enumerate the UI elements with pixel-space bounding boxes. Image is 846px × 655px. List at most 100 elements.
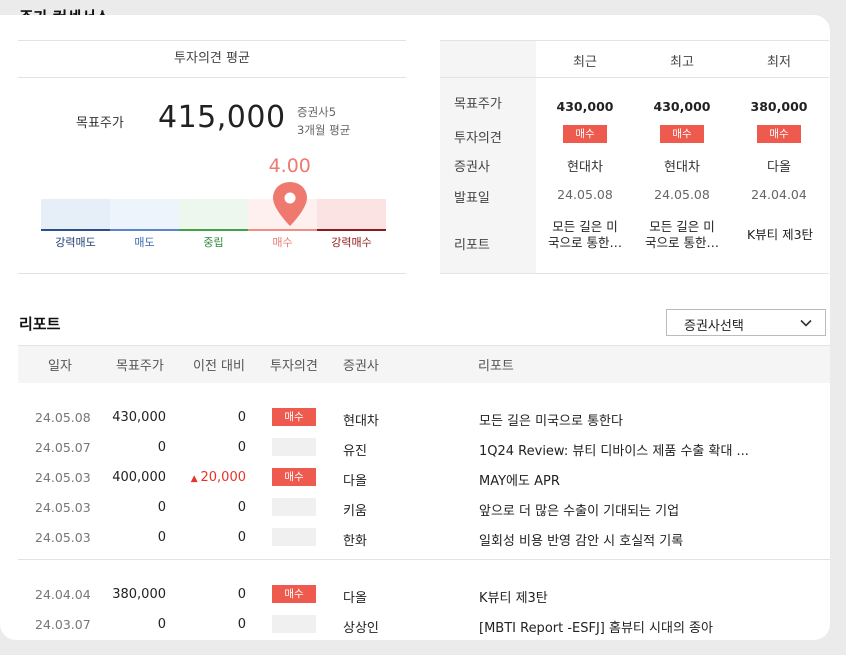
row-broker: 한화 [343, 534, 367, 549]
row-diff-value: 0 [237, 587, 246, 602]
row-opinion [272, 498, 316, 520]
row-broker: 다올 [343, 591, 367, 606]
row-diff: 0 [156, 410, 246, 425]
row-opinion [272, 528, 316, 550]
header-target: 목표주가 [116, 359, 164, 374]
broker-select-dropdown[interactable]: 증권사선택 [666, 309, 826, 336]
location-pin-icon [272, 182, 307, 226]
scale-label: 매수 [272, 236, 293, 249]
scale-label: 강력매수 [331, 236, 372, 249]
recent-target: 430,000 [556, 99, 614, 114]
highest-opinion-cell: 매수 [634, 125, 730, 143]
recent-date: 24.05.08 [557, 187, 613, 202]
scale-label: 매도 [134, 236, 155, 249]
scale-segment [179, 199, 248, 231]
divider [440, 77, 829, 78]
row-label-target: 목표주가 [454, 97, 502, 112]
row-report-title-link[interactable]: MAY에도 APR [479, 470, 560, 489]
row-report-title-link[interactable]: [MBTI Report -ESFJ] 홈뷰티 시대의 종아 [479, 617, 713, 636]
column-recent: 최근 [573, 55, 597, 70]
row-diff: 0 [156, 440, 246, 455]
highest-target: 430,000 [653, 99, 711, 114]
row-diff-value: 0 [237, 440, 246, 455]
row-diff: 0 [156, 500, 246, 515]
row-opinion [272, 438, 316, 460]
scale-segment [110, 199, 179, 231]
lowest-report-link[interactable]: K뷰티 제3탄 [733, 227, 827, 243]
row-opinion [272, 615, 316, 637]
row-diff: 0 [156, 587, 246, 602]
chevron-down-icon [800, 319, 812, 327]
row-diff: 0 [156, 617, 246, 632]
empty-opinion-badge [272, 615, 316, 633]
row-opinion: 매수 [272, 468, 316, 486]
row-broker: 유진 [343, 444, 367, 459]
empty-opinion-badge [272, 498, 316, 516]
target-price-label: 목표주가 [76, 116, 124, 131]
row-date: 24.05.03 [35, 500, 91, 515]
row-date: 24.05.07 [35, 440, 91, 455]
column-lowest: 최저 [767, 55, 791, 70]
lowest-broker: 다올 [767, 160, 791, 175]
consensus-card: 투자의견 평균 목표주가 415,000 증권사5 3개월 평균 4.00 강력… [0, 15, 830, 640]
lowest-target: 380,000 [750, 99, 808, 114]
row-broker: 현대차 [343, 414, 379, 429]
row-report-title-link[interactable]: 모든 길은 미국으로 통한다 [479, 410, 623, 429]
row-date: 24.03.07 [35, 617, 91, 632]
report-line: 모든 길은 미 [649, 219, 715, 234]
row-label-report: 리포트 [454, 238, 490, 253]
buy-badge: 매수 [272, 408, 316, 426]
buy-badge: 매수 [563, 125, 607, 143]
scale-segment [41, 199, 110, 231]
buy-badge: 매수 [757, 125, 801, 143]
row-report-title-link[interactable]: 일회성 비용 반영 감안 시 호실적 기록 [479, 530, 683, 549]
row-date: 24.05.03 [35, 470, 91, 485]
row-date: 24.04.04 [35, 587, 91, 602]
scale-label: 중립 [203, 236, 224, 249]
row-report-title-link[interactable]: 앞으로 더 많은 수출이 기대되는 기업 [479, 500, 679, 519]
header-report: 리포트 [478, 359, 514, 374]
row-diff-value: 0 [237, 500, 246, 515]
row-opinion: 매수 [272, 408, 316, 426]
header-broker: 증권사 [343, 359, 379, 374]
opinion-score: 4.00 [268, 155, 311, 177]
row-broker: 다올 [343, 474, 367, 489]
broker-select-label: 증권사선택 [684, 319, 744, 334]
header-opinion: 투자의견 [270, 359, 318, 374]
report-line: 국으로 통한… [548, 235, 622, 250]
report-line: K뷰티 제3탄 [746, 227, 814, 242]
broker-count: 증권사5 [297, 105, 337, 119]
highest-date: 24.05.08 [654, 187, 710, 202]
stats-header-bg [440, 41, 536, 78]
row-diff: ▲ 20,000 [156, 470, 246, 485]
divider [440, 40, 829, 41]
report-section-title: 리포트 [19, 315, 61, 333]
row-diff: 0 [156, 530, 246, 545]
empty-opinion-badge [272, 438, 316, 456]
row-broker: 상상인 [343, 621, 379, 636]
empty-opinion-badge [272, 528, 316, 546]
divider [440, 273, 829, 274]
row-diff-value: 0 [237, 410, 246, 425]
header-diff: 이전 대비 [193, 359, 245, 374]
row-label-opinion: 투자의견 [454, 131, 502, 146]
row-date: 24.05.03 [35, 530, 91, 545]
highest-report-link[interactable]: 모든 길은 미 국으로 통한… [638, 219, 726, 251]
scale-label: 강력매도 [55, 236, 96, 249]
row-report-title-link[interactable]: K뷰티 제3탄 [479, 587, 548, 606]
buy-badge: 매수 [272, 468, 316, 486]
up-arrow-icon: ▲ [190, 474, 201, 484]
row-label-date: 발표일 [454, 191, 490, 206]
average-period: 3개월 평균 [297, 123, 351, 137]
recent-opinion-cell: 매수 [537, 125, 633, 143]
row-report-title-link[interactable]: 1Q24 Review: 뷰티 디바이스 제품 수출 확대 ... [479, 440, 749, 459]
group-divider [18, 559, 830, 560]
lowest-date: 24.04.04 [751, 187, 807, 202]
column-highest: 최고 [670, 55, 694, 70]
target-price-value: 415,000 [158, 100, 286, 135]
buy-badge: 매수 [272, 585, 316, 603]
divider [18, 273, 406, 274]
row-diff-value: 0 [237, 617, 246, 632]
row-date: 24.05.08 [35, 410, 91, 425]
recent-report-link[interactable]: 모든 길은 미 국으로 통한… [541, 219, 629, 251]
